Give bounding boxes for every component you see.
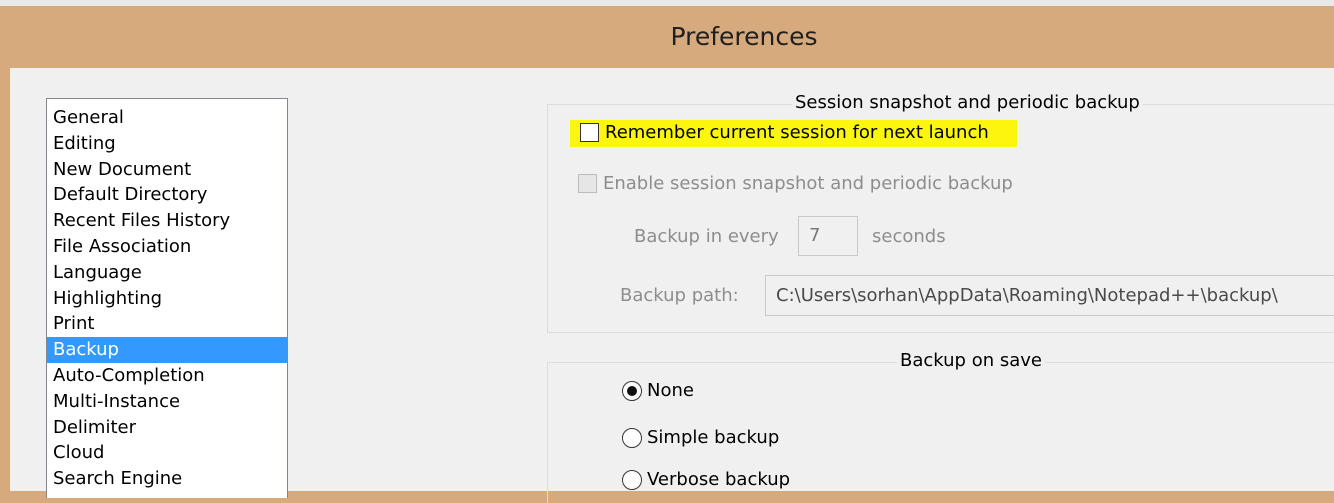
category-item-new-document[interactable]: New Document	[47, 157, 287, 183]
category-item-recent-files-history[interactable]: Recent Files History	[47, 208, 287, 234]
verbose-backup-label[interactable]: Verbose backup	[647, 469, 790, 490]
simple-backup-radio[interactable]	[622, 427, 642, 448]
backup-interval-label: Backup in every	[634, 226, 779, 247]
verbose-backup-radio[interactable]	[622, 469, 642, 490]
category-item-general[interactable]: General	[47, 105, 287, 131]
category-item-highlighting[interactable]: Highlighting	[47, 286, 287, 312]
category-item-default-directory[interactable]: Default Directory	[47, 182, 287, 208]
category-item-language[interactable]: Language	[47, 260, 287, 286]
backup-none-label[interactable]: None	[647, 380, 694, 401]
window-title: Preferences	[670, 22, 818, 51]
backup-interval-input[interactable]: 7	[798, 216, 858, 256]
backup-none-option[interactable]: None	[622, 380, 694, 401]
simple-backup-label[interactable]: Simple backup	[647, 427, 779, 448]
verbose-backup-option[interactable]: Verbose backup	[622, 469, 790, 490]
category-item-search-engine[interactable]: Search Engine	[47, 466, 287, 492]
category-item-backup[interactable]: Backup	[47, 337, 287, 363]
backup-none-radio[interactable]	[622, 380, 642, 401]
backup-on-save-group-title: Backup on save	[897, 349, 1045, 373]
enable-snapshot-checkbox[interactable]	[578, 174, 597, 193]
category-item-cloud[interactable]: Cloud	[47, 440, 287, 466]
window-left-frame	[0, 68, 10, 491]
category-item-editing[interactable]: Editing	[47, 131, 287, 157]
category-item-multi-instance[interactable]: Multi-Instance	[47, 389, 287, 415]
seconds-unit-label: seconds	[872, 226, 946, 247]
backup-path-input[interactable]: C:\Users\sorhan\AppData\Roaming\Notepad+…	[765, 275, 1334, 316]
enable-snapshot-label[interactable]: Enable session snapshot and periodic bac…	[603, 173, 1013, 194]
category-item-file-association[interactable]: File Association	[47, 234, 287, 260]
remember-session-option[interactable]: Remember current session for next launch	[570, 120, 1017, 147]
category-item-delimiter[interactable]: Delimiter	[47, 415, 287, 441]
remember-session-checkbox[interactable]	[580, 123, 599, 142]
category-item-auto-completion[interactable]: Auto-Completion	[47, 363, 287, 389]
preferences-dialog-body: General Editing New Document Default Dir…	[10, 68, 1334, 503]
enable-snapshot-option[interactable]: Enable session snapshot and periodic bac…	[578, 173, 1013, 194]
session-snapshot-group-title: Session snapshot and periodic backup	[792, 91, 1143, 115]
category-list[interactable]: General Editing New Document Default Dir…	[46, 98, 288, 498]
backup-path-label: Backup path:	[620, 285, 739, 306]
simple-backup-option[interactable]: Simple backup	[622, 427, 779, 448]
remember-session-label[interactable]: Remember current session for next launch	[605, 122, 989, 143]
category-item-print[interactable]: Print	[47, 311, 287, 337]
